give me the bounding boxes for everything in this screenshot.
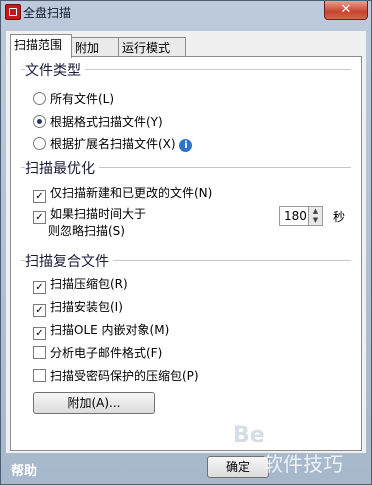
tab-additional[interactable]: 附加	[71, 37, 119, 57]
seconds-stepper[interactable]: 180 ▲ ▼	[279, 206, 323, 226]
dialog-window: 全盘扫描 ✕ 扫描范围 附加 运行模式 文件类型 所有文件(L) 根据格式扫描文…	[0, 0, 372, 485]
info-icon[interactable]: i	[179, 139, 193, 152]
checkbox-label: 扫描安装包(I)	[50, 300, 123, 314]
seconds-unit: 秒	[333, 210, 346, 224]
help-link[interactable]: 帮助	[11, 460, 37, 479]
check-installers[interactable]: ✓ 扫描安装包(I)	[33, 299, 123, 317]
checkbox-checked[interactable]: ✓	[33, 281, 46, 294]
close-button[interactable]: ✕	[324, 1, 368, 20]
dialog-client: 扫描范围 附加 运行模式 文件类型 所有文件(L) 根据格式扫描文件(Y) 根据…	[6, 31, 366, 453]
radio-by-extension[interactable]: 根据扩展名扫描文件(X) i	[33, 136, 193, 152]
checkbox-label: 分析电子邮件格式(F)	[50, 346, 163, 360]
radio-button-selected[interactable]	[33, 115, 46, 128]
checkbox-label: 扫描受密码保护的压缩包(P)	[50, 369, 199, 383]
window-title: 全盘扫描	[23, 6, 72, 20]
spin-down-icon[interactable]: ▼	[308, 216, 322, 225]
radio-label: 根据扩展名扫描文件(X)	[50, 137, 176, 151]
title-bar: 全盘扫描 ✕	[1, 1, 371, 23]
radio-label: 所有文件(L)	[50, 92, 115, 106]
checkbox-label: 仅扫描新建和已更改的文件(N)	[50, 186, 213, 200]
checkbox-label: 扫描OLE 内嵌对象(M)	[50, 323, 170, 337]
group-title-optimize: 扫描最优化	[25, 158, 99, 178]
check-password-archives[interactable]: 扫描受密码保护的压缩包(P)	[33, 368, 199, 384]
checkbox-unchecked[interactable]	[33, 346, 46, 359]
radio-label: 根据格式扫描文件(Y)	[50, 115, 163, 129]
tab-run-mode[interactable]: 运行模式	[118, 37, 186, 57]
checkbox-checked[interactable]: ✓	[33, 304, 46, 317]
radio-button[interactable]	[33, 92, 46, 105]
checkbox-label-line2: 则忽略扫描(S)	[48, 224, 125, 238]
checkbox-label-line1: 如果扫描时间大于	[50, 207, 147, 221]
checkbox-label: 扫描压缩包(R)	[50, 277, 128, 291]
checkbox-unchecked[interactable]	[33, 369, 46, 382]
radio-button[interactable]	[33, 137, 46, 150]
check-email[interactable]: 分析电子邮件格式(F)	[33, 345, 162, 361]
group-title-file-types: 文件类型	[25, 60, 85, 80]
additional-button[interactable]: 附加(A)...	[33, 392, 155, 414]
check-skip-long[interactable]: ✓ 如果扫描时间大于	[33, 207, 147, 224]
check-new-changed[interactable]: ✓ 仅扫描新建和已更改的文件(N)	[33, 185, 213, 203]
radio-all-files[interactable]: 所有文件(L)	[33, 91, 114, 107]
group-title-compound: 扫描复合文件	[25, 251, 113, 271]
seconds-value[interactable]: 180	[284, 209, 307, 223]
checkbox-checked[interactable]: ✓	[33, 211, 46, 224]
tab-panel: 文件类型 所有文件(L) 根据格式扫描文件(Y) 根据扩展名扫描文件(X) i …	[10, 56, 362, 451]
watermark-text: 软件技巧	[263, 452, 343, 476]
checkbox-checked[interactable]: ✓	[33, 327, 46, 340]
check-archives[interactable]: ✓ 扫描压缩包(R)	[33, 276, 128, 294]
app-icon	[5, 4, 21, 20]
checkbox-checked[interactable]: ✓	[33, 190, 46, 203]
radio-by-format[interactable]: 根据格式扫描文件(Y)	[33, 114, 163, 130]
tab-scan-scope[interactable]: 扫描范围	[10, 34, 72, 58]
check-ole[interactable]: ✓ 扫描OLE 内嵌对象(M)	[33, 322, 170, 340]
